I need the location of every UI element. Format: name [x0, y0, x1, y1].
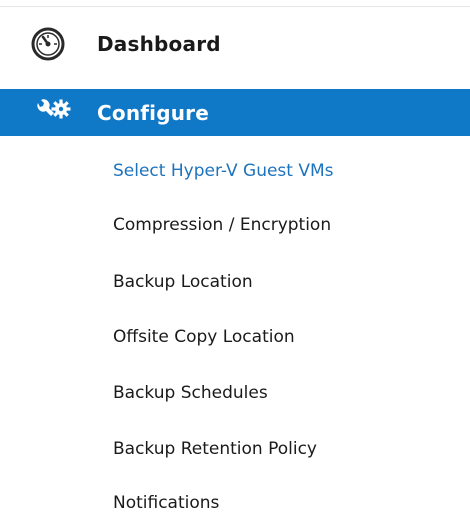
nav-label-configure: Configure: [97, 100, 209, 125]
wrench-gear-icon: [37, 98, 71, 118]
gauge-icon: [31, 27, 65, 61]
nav-item-configure[interactable]: Configure: [0, 89, 470, 136]
submenu-item-backup-schedules[interactable]: Backup Schedules: [113, 382, 268, 404]
submenu-item-notifications[interactable]: Notifications: [113, 492, 219, 514]
nav-item-dashboard[interactable]: Dashboard: [0, 20, 470, 68]
nav-label-dashboard: Dashboard: [97, 32, 221, 56]
submenu-item-backup-retention-policy[interactable]: Backup Retention Policy: [113, 438, 317, 460]
top-divider: [0, 6, 470, 7]
submenu-item-backup-location[interactable]: Backup Location: [113, 271, 253, 293]
submenu-item-select-vms[interactable]: Select Hyper-V Guest VMs: [113, 160, 334, 182]
submenu-item-offsite-copy-location[interactable]: Offsite Copy Location: [113, 326, 295, 348]
submenu-item-compression-encryption[interactable]: Compression / Encryption: [113, 214, 331, 236]
